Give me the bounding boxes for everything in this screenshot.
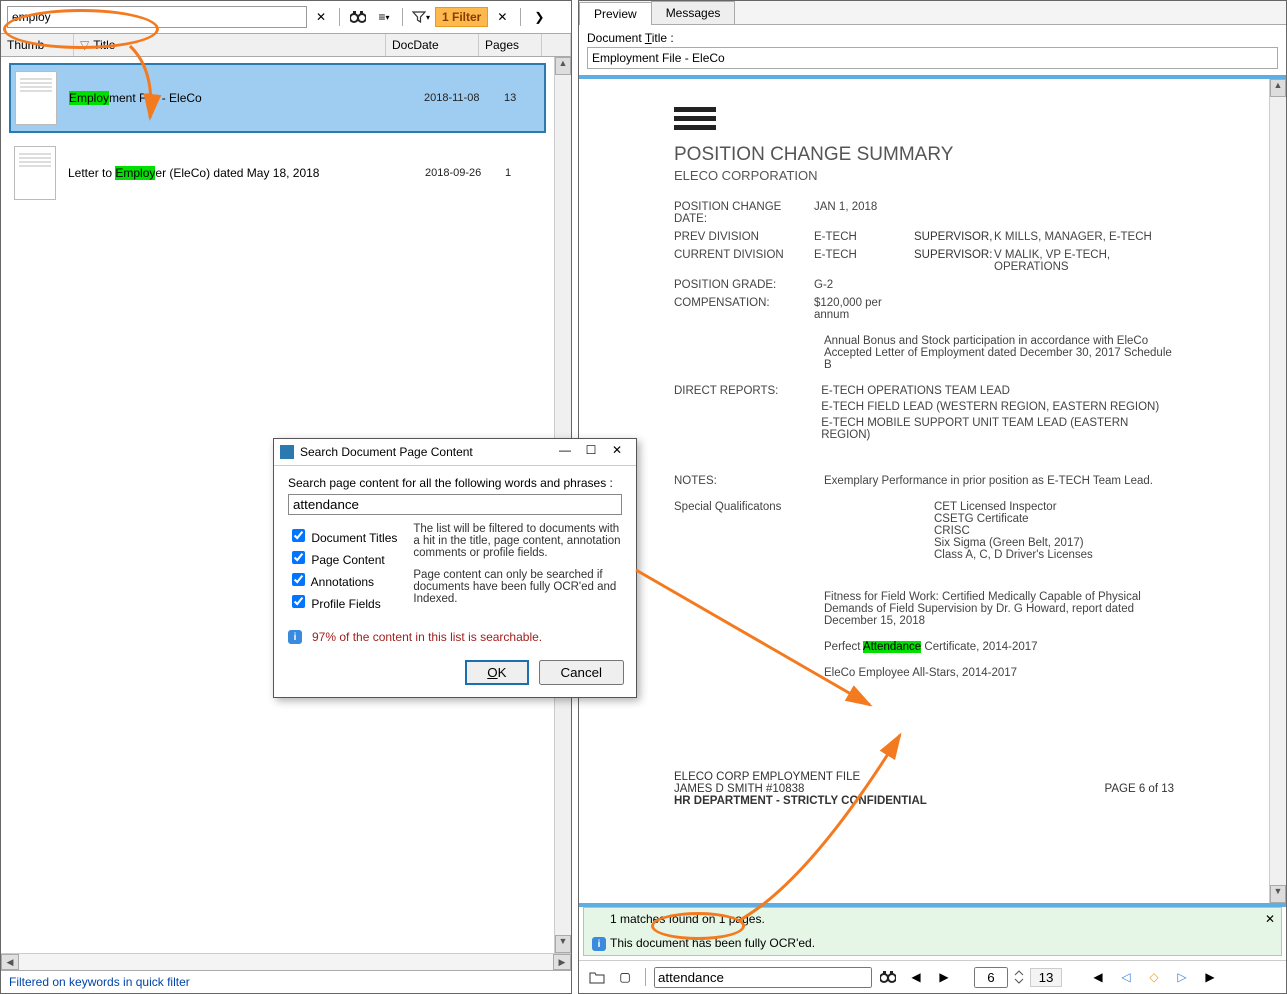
field-row: COMPENSATION:$120,000 per annum: [674, 297, 1174, 321]
doc-row[interactable]: Letter to Employer (EleCo) dated May 18,…: [9, 139, 546, 207]
dialog-help2: Page content can only be searched if doc…: [413, 569, 622, 605]
check-page-content[interactable]: Page Content: [288, 548, 397, 567]
page-h2: ELECO CORPORATION: [674, 168, 1174, 183]
doc-title-input[interactable]: [587, 47, 1278, 69]
compensation-note: Annual Bonus and Stock participation in …: [824, 335, 1174, 371]
horizontal-scrollbar[interactable]: ◀ ▶: [1, 953, 571, 970]
prev-match-icon[interactable]: ◀: [904, 965, 928, 989]
footer-line3: HR DEPARTMENT - STRICTLY CONFIDENTIAL: [674, 795, 1174, 807]
row-title: Letter to Employer (EleCo) dated May 18,…: [68, 166, 425, 180]
bottom-toolbar: ▢ ◀ ▶ ◀ ◁ ◇ ▷ ▶: [579, 960, 1286, 993]
right-tabs: Preview Messages: [579, 1, 1286, 25]
field-row: POSITION CHANGE DATE:JAN 1, 2018: [674, 201, 1174, 225]
close-status-icon[interactable]: ✕: [1265, 912, 1275, 926]
attendance-text: Perfect Attendance Certificate, 2014-201…: [824, 641, 1174, 653]
dialog-title: Search Document Page Content: [300, 445, 473, 459]
clear-filter-icon[interactable]: ✕: [490, 5, 514, 29]
next-icon[interactable]: ❯: [527, 5, 551, 29]
thumbnail: [15, 71, 57, 125]
check-annotations[interactable]: Annotations: [288, 570, 397, 589]
special-qual-label: Special Qualificatons: [674, 501, 824, 561]
anno-circle-bottom-search: [651, 912, 745, 940]
allstars-text: EleCo Employee All-Stars, 2014-2017: [824, 667, 1174, 679]
minimize-icon[interactable]: —: [552, 443, 578, 461]
dialog-help1: The list will be filtered to documents w…: [413, 523, 622, 559]
footer-page: PAGE 6 of 13: [1105, 783, 1174, 795]
next-page-icon[interactable]: ▷: [1170, 965, 1194, 989]
tab-messages[interactable]: Messages: [651, 1, 736, 24]
info-icon: i: [288, 630, 302, 644]
dialog-status-text: 97% of the content in this list is searc…: [312, 630, 542, 644]
direct-reports-label: DIRECT REPORTS:: [674, 385, 821, 445]
close-icon[interactable]: ✕: [604, 443, 630, 461]
col-pages[interactable]: Pages: [479, 34, 542, 56]
info-icon: i: [592, 937, 606, 951]
total-pages: [1030, 968, 1062, 987]
row-pages: 13: [504, 92, 544, 104]
document-page: POSITION CHANGE SUMMARY ELECO CORPORATIO…: [644, 87, 1204, 817]
col-docdate[interactable]: DocDate: [386, 34, 479, 56]
open-folder-icon[interactable]: [585, 965, 609, 989]
active-filter-badge[interactable]: 1 Filter: [435, 7, 488, 27]
dialog-search-input[interactable]: [288, 494, 622, 515]
preview-scroll-up-icon[interactable]: ▲: [1270, 79, 1286, 97]
anno-circle-search: [3, 9, 159, 49]
current-page-input[interactable]: [974, 967, 1008, 988]
header-scroll-spacer: [542, 34, 571, 56]
check-profile-fields[interactable]: Profile Fields: [288, 592, 397, 611]
scroll-right-icon[interactable]: ▶: [553, 954, 571, 970]
field-row: PREV DIVISIONE-TECHSUPERVISOR,K MILLS, M…: [674, 231, 1174, 243]
clear-search-icon[interactable]: ✕: [309, 5, 333, 29]
diamond-icon[interactable]: ◇: [1142, 965, 1166, 989]
thumbnail: [14, 146, 56, 200]
last-page-icon[interactable]: ▶: [1198, 965, 1222, 989]
page-search-input[interactable]: [654, 967, 872, 988]
notes-label: NOTES:: [674, 475, 824, 487]
next-match-icon[interactable]: ▶: [932, 965, 956, 989]
binoculars-icon[interactable]: [346, 5, 370, 29]
scroll-left-icon[interactable]: ◀: [1, 954, 19, 970]
preview-vertical-scrollbar[interactable]: ▲ ▼: [1269, 79, 1286, 903]
left-statusbar: Filtered on keywords in quick filter: [1, 970, 571, 993]
app-icon: [280, 445, 294, 459]
list-view-icon[interactable]: ≡▾: [372, 5, 396, 29]
scroll-up-icon[interactable]: ▲: [555, 57, 571, 75]
fitness-text: Fitness for Field Work: Certified Medica…: [824, 591, 1174, 627]
row-pages: 1: [505, 167, 545, 179]
window-icon[interactable]: ▢: [613, 965, 637, 989]
direct-reports-list: E-TECH OPERATIONS TEAM LEADE-TECH FIELD …: [821, 385, 1174, 445]
preview-scroll-down-icon[interactable]: ▼: [1270, 885, 1286, 903]
dialog-prompt: Search page content for all the followin…: [288, 476, 622, 490]
check-document-titles[interactable]: Document Titles: [288, 526, 397, 545]
dialog-checkboxes: Document Titles Page Content Annotations…: [288, 523, 397, 614]
preview-scroll[interactable]: POSITION CHANGE SUMMARY ELECO CORPORATIO…: [579, 79, 1269, 903]
search-dialog: Search Document Page Content — ☐ ✕ Searc…: [273, 438, 637, 698]
row-date: 2018-09-26: [425, 167, 505, 179]
page-h1: POSITION CHANGE SUMMARY: [674, 144, 1174, 166]
binoculars-search-icon[interactable]: [876, 965, 900, 989]
field-row: CURRENT DIVISIONE-TECHSUPERVISOR:V MALIK…: [674, 249, 1174, 273]
tab-preview[interactable]: Preview: [579, 2, 652, 25]
first-page-icon[interactable]: ◀: [1086, 965, 1110, 989]
doc-row[interactable]: Employment File - EleCo2018-11-0813: [9, 63, 546, 133]
row-title: Employment File - EleCo: [69, 91, 424, 105]
footer-line1: ELECO CORP EMPLOYMENT FILE: [674, 771, 1174, 783]
cancel-button[interactable]: Cancel: [539, 660, 625, 685]
row-date: 2018-11-08: [424, 92, 504, 104]
notes-text: Exemplary Performance in prior position …: [824, 475, 1174, 487]
field-row: POSITION GRADE:G-2: [674, 279, 1174, 291]
maximize-icon[interactable]: ☐: [578, 443, 604, 461]
hamburger-icon: [674, 107, 1174, 130]
doc-title-label: Document Title :: [587, 31, 674, 45]
prev-page-icon[interactable]: ◁: [1114, 965, 1138, 989]
filter-icon[interactable]: ▾: [409, 5, 433, 29]
ok-button[interactable]: OK: [465, 660, 528, 685]
qualifications-list: CET Licensed InspectorCSETG CertificateC…: [934, 501, 1093, 561]
footer-line2: JAMES D SMITH #10838: [674, 783, 804, 795]
scroll-down-icon[interactable]: ▼: [555, 935, 571, 953]
page-spinner-icon[interactable]: [1012, 965, 1026, 989]
